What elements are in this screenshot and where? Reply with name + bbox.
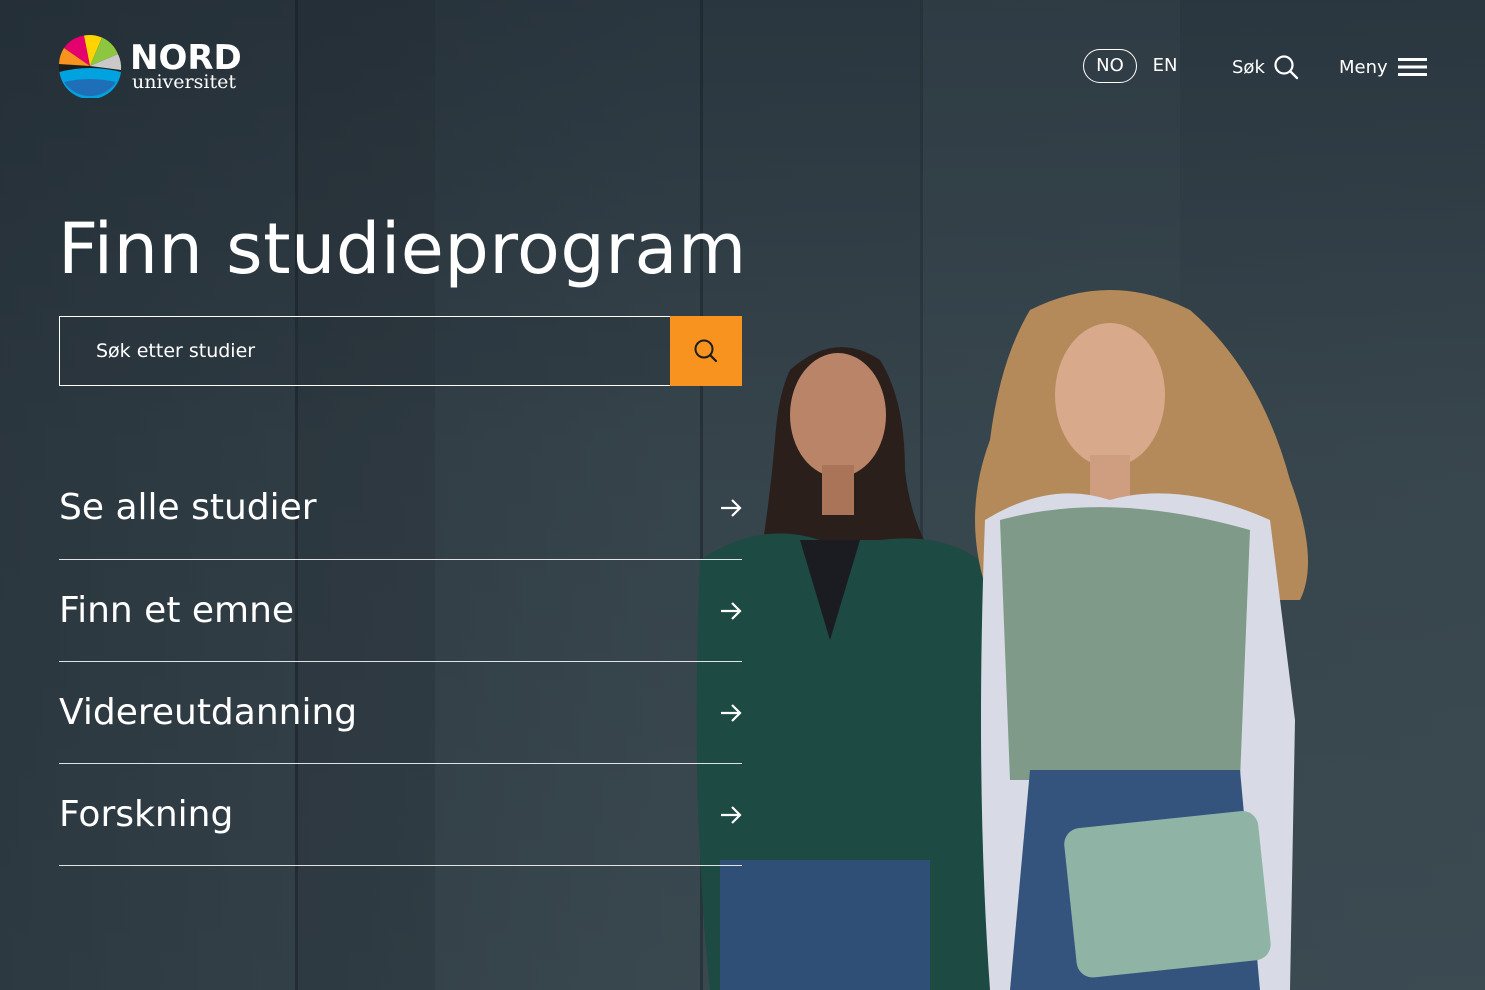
- language-en-button[interactable]: EN: [1148, 49, 1182, 83]
- quick-links: Se alle studier Finn et emne Videreutdan…: [59, 456, 742, 866]
- arrow-right-icon: [721, 601, 742, 620]
- logo-wordmark: NORD: [130, 37, 242, 78]
- nord-logo-icon: [59, 34, 122, 98]
- link-label: Se alle studier: [59, 487, 317, 528]
- arrow-right-icon: [721, 498, 742, 517]
- link-se-alle-studier[interactable]: Se alle studier: [59, 456, 742, 560]
- link-label: Videreutdanning: [59, 692, 358, 733]
- site-header: NORD universitet NO EN Søk Meny: [0, 0, 1485, 130]
- header-search-button[interactable]: Søk: [1232, 50, 1299, 84]
- link-label: Finn et emne: [59, 590, 295, 631]
- hamburger-menu-icon: [1397, 58, 1427, 76]
- header-search-label: Søk: [1232, 56, 1265, 78]
- arrow-right-icon: [721, 703, 742, 722]
- link-label: Forskning: [59, 794, 234, 835]
- arrow-right-icon: [721, 805, 742, 824]
- search-icon: [694, 339, 718, 363]
- nord-universitet-logo[interactable]: NORD universitet: [58, 34, 242, 98]
- header-menu-button[interactable]: Meny: [1339, 50, 1428, 84]
- search-icon: [1274, 55, 1299, 80]
- study-search-button[interactable]: [670, 316, 742, 386]
- header-menu-label: Meny: [1339, 56, 1388, 78]
- study-search-input[interactable]: [59, 316, 670, 386]
- link-videreutdanning[interactable]: Videreutdanning: [59, 662, 742, 764]
- link-finn-et-emne[interactable]: Finn et emne: [59, 560, 742, 662]
- page-title: Finn studieprogram: [58, 208, 747, 290]
- logo-subtitle: universitet: [132, 70, 236, 93]
- link-forskning[interactable]: Forskning: [59, 764, 742, 866]
- study-search-form: [59, 316, 742, 386]
- language-no-button[interactable]: NO: [1083, 49, 1137, 83]
